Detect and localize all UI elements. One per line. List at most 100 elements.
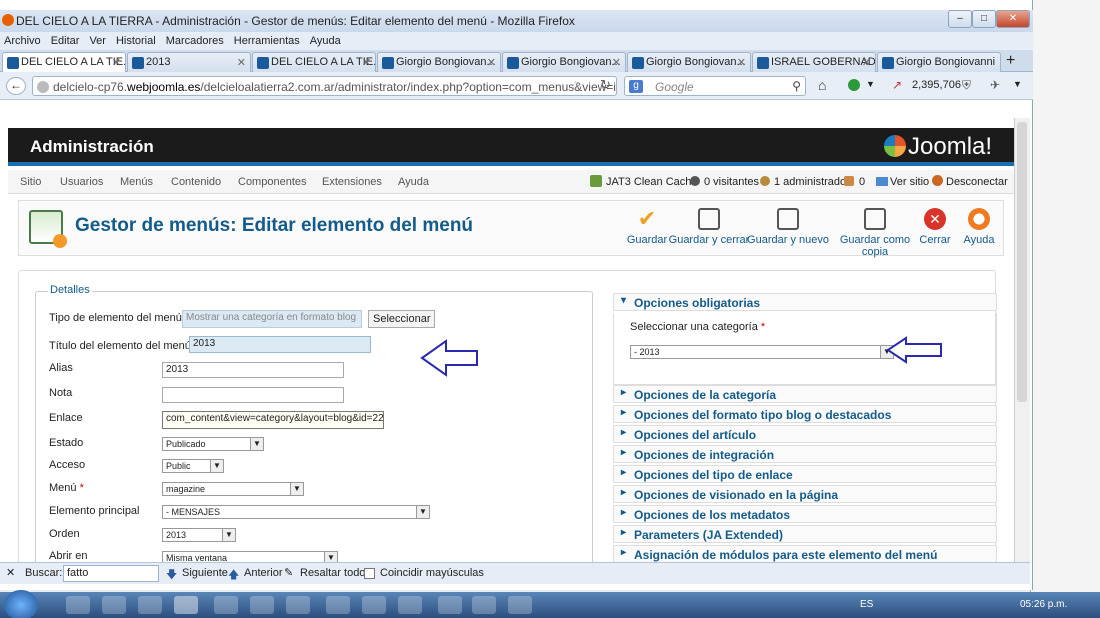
- panel-metadata-options[interactable]: Opciones de los metadatos: [613, 505, 997, 523]
- close-tab-icon[interactable]: ✕: [362, 56, 371, 69]
- status-select[interactable]: Publicado ▼: [162, 437, 264, 451]
- back-icon[interactable]: ←: [6, 77, 26, 95]
- menu-chevron-icon[interactable]: ▼: [1013, 79, 1022, 89]
- menu-select[interactable]: magazine ▼: [162, 482, 304, 496]
- panel-ja-extended[interactable]: Parameters (JA Extended): [613, 525, 997, 543]
- highlight-all-button[interactable]: Resaltar todo: [300, 567, 365, 579]
- tab-7[interactable]: ISRAEL GOBERNAD... ✕: [752, 52, 876, 72]
- tab-4[interactable]: Giorgio Bongiovan... ✕: [377, 52, 501, 72]
- admin-header: Administración Joomla!: [8, 128, 1014, 166]
- admin-menu-componentes[interactable]: Componentes: [238, 176, 307, 188]
- skype-taskbar-icon[interactable]: [250, 596, 274, 614]
- page-scrollbar[interactable]: [1014, 118, 1030, 562]
- notepad-taskbar-icon[interactable]: [214, 596, 238, 614]
- app-taskbar-icon[interactable]: [326, 596, 350, 614]
- search-icon[interactable]: ⚲: [792, 79, 801, 93]
- minimize-button[interactable]: –: [948, 10, 972, 28]
- files-taskbar-icon[interactable]: [398, 596, 422, 614]
- admin-menu-ayuda[interactable]: Ayuda: [398, 176, 429, 188]
- close-tab-icon[interactable]: ✕: [112, 56, 121, 69]
- bookmark-star-icon[interactable]: ☆: [570, 78, 582, 94]
- word-taskbar-icon[interactable]: [472, 596, 496, 614]
- admin-menu-usuarios[interactable]: Usuarios: [60, 176, 103, 188]
- panel-category-options[interactable]: Opciones de la categoría: [613, 385, 997, 403]
- category-select[interactable]: - 2013 ▼: [630, 345, 894, 359]
- admin-menu-contenido[interactable]: Contenido: [171, 176, 221, 188]
- panel-article-options[interactable]: Opciones del artículo: [613, 425, 997, 443]
- photoshop-taskbar-icon[interactable]: [438, 596, 462, 614]
- close-tab-icon[interactable]: ✕: [862, 56, 871, 69]
- view-site-link[interactable]: Ver sitio: [890, 176, 929, 188]
- close-tab-icon[interactable]: ✕: [237, 56, 246, 69]
- admin-menu-extensiones[interactable]: Extensiones: [322, 176, 382, 188]
- clock[interactable]: 05:26 p.m.: [1020, 599, 1067, 610]
- title-input[interactable]: 2013: [189, 336, 371, 353]
- note-input[interactable]: [162, 387, 344, 403]
- link-input[interactable]: com_content&view=category&layout=blog&id…: [162, 411, 384, 429]
- tab-1[interactable]: DEL CIELO A LA TIE... ✕: [2, 52, 126, 72]
- tab-6[interactable]: Giorgio Bongiovan... ✕: [627, 52, 751, 72]
- close-window-button[interactable]: ✕: [996, 10, 1030, 28]
- admin-menu-menus[interactable]: Menús: [120, 176, 153, 188]
- close-tab-icon[interactable]: ✕: [612, 56, 621, 69]
- save-new-button[interactable]: Guardar y nuevo: [743, 206, 833, 246]
- menu-marcadores[interactable]: Marcadores: [166, 35, 224, 47]
- tab-8[interactable]: Giorgio Bongiovanni: [877, 52, 1001, 72]
- parent-select[interactable]: - MENSAJES ▼: [162, 505, 430, 519]
- network-app-taskbar-icon[interactable]: [508, 596, 532, 614]
- access-select[interactable]: Public ▼: [162, 459, 224, 473]
- new-tab-icon[interactable]: +: [1006, 52, 1015, 70]
- order-select[interactable]: 2013 ▼: [162, 528, 236, 542]
- paint-taskbar-icon[interactable]: [362, 596, 386, 614]
- menu-herramientas[interactable]: Herramientas: [234, 35, 300, 47]
- page-viewport: Administración Joomla! Sitio Usuarios Me…: [8, 100, 1014, 562]
- menu-historial[interactable]: Historial: [116, 35, 156, 47]
- ie-taskbar-icon[interactable]: [286, 596, 310, 614]
- admin-menu-sitio[interactable]: Sitio: [20, 176, 41, 188]
- shield-icon[interactable]: ⛨: [962, 78, 971, 93]
- find-input[interactable]: fatto: [63, 565, 159, 582]
- extension-icon[interactable]: ✈: [990, 78, 1000, 92]
- media-taskbar-icon[interactable]: [138, 596, 162, 614]
- close-tab-icon[interactable]: ✕: [737, 56, 746, 69]
- url-bar[interactable]: delcielo-cp76.webjoomla.es/delcieloalati…: [32, 76, 617, 96]
- find-next-button[interactable]: Siguiente: [182, 567, 228, 579]
- start-button[interactable]: [4, 590, 38, 618]
- tab-2[interactable]: 2013 ✕: [127, 52, 251, 72]
- close-find-icon[interactable]: ✕: [6, 566, 15, 579]
- menu-archivo[interactable]: Archivo: [4, 35, 41, 47]
- tab-3[interactable]: DEL CIELO A LA TIE... ✕: [252, 52, 376, 72]
- cache-link[interactable]: JAT3 Clean Cache: [606, 176, 698, 188]
- mandatory-options-header[interactable]: Opciones obligatorias: [613, 293, 997, 311]
- chrome-taskbar-icon[interactable]: [66, 596, 90, 614]
- menu-ayuda[interactable]: Ayuda: [310, 35, 341, 47]
- match-case-checkbox[interactable]: [364, 568, 375, 579]
- menu-editar[interactable]: Editar: [51, 35, 80, 47]
- find-prev-button[interactable]: Anterior: [244, 567, 283, 579]
- close-button[interactable]: ✕ Cerrar: [912, 206, 958, 246]
- maximize-button[interactable]: □: [972, 10, 996, 28]
- panel-blog-options[interactable]: Opciones del formato tipo blog o destaca…: [613, 405, 997, 423]
- firefox-taskbar-icon[interactable]: [174, 596, 198, 614]
- help-button[interactable]: Ayuda: [959, 206, 999, 246]
- panel-module-assignment[interactable]: Asignación de módulos para este elemento…: [613, 545, 997, 562]
- explorer-taskbar-icon[interactable]: [102, 596, 126, 614]
- panel-integration-options[interactable]: Opciones de integración: [613, 445, 997, 463]
- tab-5[interactable]: Giorgio Bongiovan... ✕: [502, 52, 626, 72]
- logout-link[interactable]: Desconectar: [946, 176, 1008, 188]
- scrollbar-thumb[interactable]: [1017, 122, 1027, 402]
- search-input[interactable]: g Google ⚲: [624, 76, 806, 96]
- target-select[interactable]: Misma ventana ▼: [162, 551, 338, 562]
- chevron-down-icon[interactable]: ▼: [866, 79, 875, 89]
- select-type-button[interactable]: Seleccionar: [368, 310, 436, 328]
- save-copy-button[interactable]: Guardar como copia: [827, 206, 923, 258]
- panel-page-display-options[interactable]: Opciones de visionado en la página: [613, 485, 997, 503]
- reload-icon[interactable]: ↻: [600, 77, 611, 93]
- alias-input[interactable]: 2013: [162, 362, 344, 378]
- menu-ver[interactable]: Ver: [89, 35, 106, 47]
- addon-icon[interactable]: [848, 79, 860, 91]
- close-tab-icon[interactable]: ✕: [487, 56, 496, 69]
- panel-link-type-options[interactable]: Opciones del tipo de enlace: [613, 465, 997, 483]
- language-indicator[interactable]: ES: [860, 599, 873, 610]
- home-icon[interactable]: ⌂: [818, 77, 826, 93]
